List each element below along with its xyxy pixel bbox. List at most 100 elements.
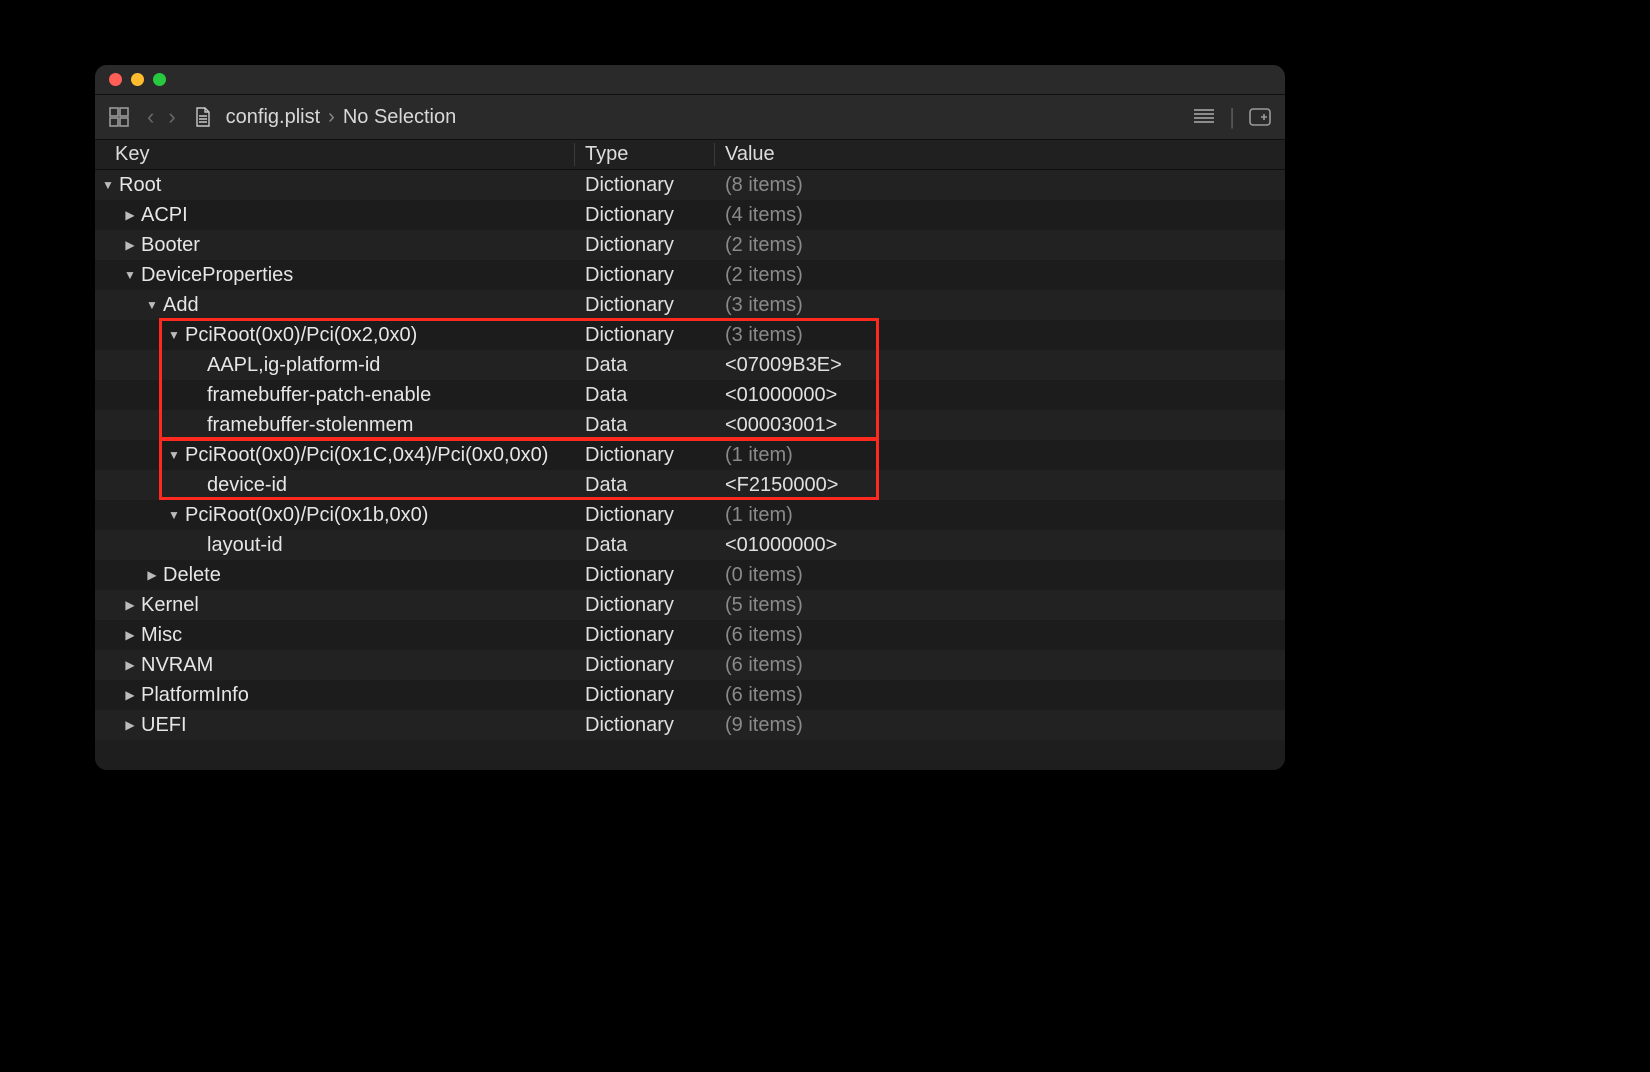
chevron-down-icon[interactable]: ▼ xyxy=(167,328,181,342)
table-row[interactable]: ▶DeleteDictionary(0 items) xyxy=(95,560,1285,590)
key-text: framebuffer-stolenmem xyxy=(207,414,413,437)
type-cell: Dictionary xyxy=(575,684,715,707)
key-text: PciRoot(0x0)/Pci(0x1C,0x4)/Pci(0x0,0x0) xyxy=(185,444,548,467)
plist-outline[interactable]: ▼RootDictionary(8 items)▶ACPIDictionary(… xyxy=(95,170,1285,770)
sidebar-icon[interactable] xyxy=(109,107,129,127)
close-icon[interactable] xyxy=(109,73,122,86)
table-row[interactable]: ▼DevicePropertiesDictionary(2 items) xyxy=(95,260,1285,290)
value-cell: (6 items) xyxy=(715,624,1285,647)
value-cell: <07009B3E> xyxy=(715,354,1285,377)
key-text: layout-id xyxy=(207,534,283,557)
nav-back-button[interactable]: ‹ xyxy=(143,104,158,130)
column-value[interactable]: Value xyxy=(715,143,1285,166)
table-row[interactable]: ▶BooterDictionary(2 items) xyxy=(95,230,1285,260)
app-window: ‹ › config.plist › No Selection | xyxy=(95,65,1285,770)
chevron-right-icon[interactable]: ▶ xyxy=(145,568,159,582)
table-row[interactable]: framebuffer-patch-enableData<01000000> xyxy=(95,380,1285,410)
table-row[interactable]: ▼ PciRoot(0x0)/Pci(0x1C,0x4)/Pci(0x0,0x0)… xyxy=(95,440,1285,470)
key-cell: ▶ Misc xyxy=(95,620,575,650)
table-row[interactable]: ▶NVRAMDictionary(6 items) xyxy=(95,650,1285,680)
value-cell: <F2150000> xyxy=(715,474,1285,497)
chevron-right-icon[interactable]: ▶ xyxy=(123,688,137,702)
column-headers: Key Type Value xyxy=(95,140,1285,170)
value-cell: (6 items) xyxy=(715,654,1285,677)
key-text: Delete xyxy=(163,564,221,587)
chevron-right-icon[interactable]: ▶ xyxy=(123,238,137,252)
table-row[interactable]: ▼AddDictionary(3 items) xyxy=(95,290,1285,320)
table-row[interactable]: AAPL,ig-platform-idData<07009B3E> xyxy=(95,350,1285,380)
key-cell: ▶ Delete xyxy=(95,560,575,590)
key-text: Booter xyxy=(141,234,200,257)
key-cell: ▼ PciRoot(0x0)/Pci(0x1b,0x0) xyxy=(95,500,575,530)
key-cell: ▼ PciRoot(0x0)/Pci(0x1C,0x4)/Pci(0x0,0x0) xyxy=(95,440,575,470)
traffic-lights xyxy=(109,73,166,86)
column-type[interactable]: Type xyxy=(575,143,715,166)
table-row[interactable]: ▼RootDictionary(8 items) xyxy=(95,170,1285,200)
chevron-down-icon[interactable]: ▼ xyxy=(145,298,159,312)
type-cell: Dictionary xyxy=(575,714,715,737)
nav-forward-button[interactable]: › xyxy=(164,104,179,130)
value-cell: (1 item) xyxy=(715,504,1285,527)
table-row[interactable]: framebuffer-stolenmem Data<00003001> xyxy=(95,410,1285,440)
chevron-down-icon[interactable]: ▼ xyxy=(123,268,137,282)
document-icon xyxy=(194,107,212,127)
value-cell: <00003001> xyxy=(715,414,1285,437)
key-cell: ▶ Booter xyxy=(95,230,575,260)
key-text: PciRoot(0x0)/Pci(0x1b,0x0) xyxy=(185,504,428,527)
value-cell: (3 items) xyxy=(715,294,1285,317)
titlebar xyxy=(95,65,1285,95)
toolbar-separator: | xyxy=(1229,104,1235,130)
zoom-icon[interactable] xyxy=(153,73,166,86)
key-text: NVRAM xyxy=(141,654,213,677)
table-row[interactable]: ▶UEFIDictionary(9 items) xyxy=(95,710,1285,740)
table-row[interactable]: ▶MiscDictionary(6 items) xyxy=(95,620,1285,650)
chevron-down-icon[interactable]: ▼ xyxy=(167,508,181,522)
chevron-right-icon[interactable]: ▶ xyxy=(123,658,137,672)
key-text: DeviceProperties xyxy=(141,264,293,287)
type-cell: Data xyxy=(575,534,715,557)
key-cell: ▶UEFI xyxy=(95,710,575,740)
type-cell: Dictionary xyxy=(575,594,715,617)
key-text: Misc xyxy=(141,624,182,647)
breadcrumb-file: config.plist xyxy=(226,106,321,129)
type-cell: Dictionary xyxy=(575,204,715,227)
value-cell: <01000000> xyxy=(715,534,1285,557)
add-pane-icon[interactable] xyxy=(1249,108,1271,126)
type-cell: Data xyxy=(575,474,715,497)
table-row[interactable]: ▶PlatformInfoDictionary(6 items) xyxy=(95,680,1285,710)
chevron-down-icon[interactable]: ▼ xyxy=(101,178,115,192)
key-cell: ▶ ACPI xyxy=(95,200,575,230)
type-cell: Data xyxy=(575,384,715,407)
table-row[interactable]: ▶ ACPI Dictionary(4 items) xyxy=(95,200,1285,230)
table-row[interactable]: layout-id Data<01000000> xyxy=(95,530,1285,560)
table-row[interactable]: ▼PciRoot(0x0)/Pci(0x2,0x0)Dictionary(3 i… xyxy=(95,320,1285,350)
column-key[interactable]: Key xyxy=(95,143,575,166)
value-cell: (2 items) xyxy=(715,264,1285,287)
chevron-right-icon: › xyxy=(328,106,335,129)
nav-buttons: ‹ › xyxy=(143,104,180,130)
minimize-icon[interactable] xyxy=(131,73,144,86)
chevron-right-icon[interactable]: ▶ xyxy=(123,718,137,732)
breadcrumb-selection: No Selection xyxy=(343,106,456,129)
key-cell: ▼ DeviceProperties xyxy=(95,260,575,290)
toolbar: ‹ › config.plist › No Selection | xyxy=(95,95,1285,140)
value-cell: (4 items) xyxy=(715,204,1285,227)
chevron-right-icon[interactable]: ▶ xyxy=(123,598,137,612)
chevron-right-icon[interactable]: ▶ xyxy=(123,208,137,222)
key-cell: device-id xyxy=(95,470,575,500)
value-cell: (8 items) xyxy=(715,174,1285,197)
table-row[interactable]: device-idData<F2150000> xyxy=(95,470,1285,500)
key-cell: ▶Kernel xyxy=(95,590,575,620)
table-row[interactable]: ▶KernelDictionary(5 items) xyxy=(95,590,1285,620)
type-cell: Data xyxy=(575,414,715,437)
key-cell: framebuffer-stolenmem xyxy=(95,410,575,440)
key-cell: ▶PlatformInfo xyxy=(95,680,575,710)
type-cell: Dictionary xyxy=(575,234,715,257)
table-row[interactable]: ▼PciRoot(0x0)/Pci(0x1b,0x0)Dictionary(1 … xyxy=(95,500,1285,530)
value-cell: (9 items) xyxy=(715,714,1285,737)
breadcrumb[interactable]: config.plist › No Selection xyxy=(226,106,457,129)
chevron-down-icon[interactable]: ▼ xyxy=(167,448,181,462)
list-view-icon[interactable] xyxy=(1193,108,1215,126)
key-text: ACPI xyxy=(141,204,188,227)
chevron-right-icon[interactable]: ▶ xyxy=(123,628,137,642)
